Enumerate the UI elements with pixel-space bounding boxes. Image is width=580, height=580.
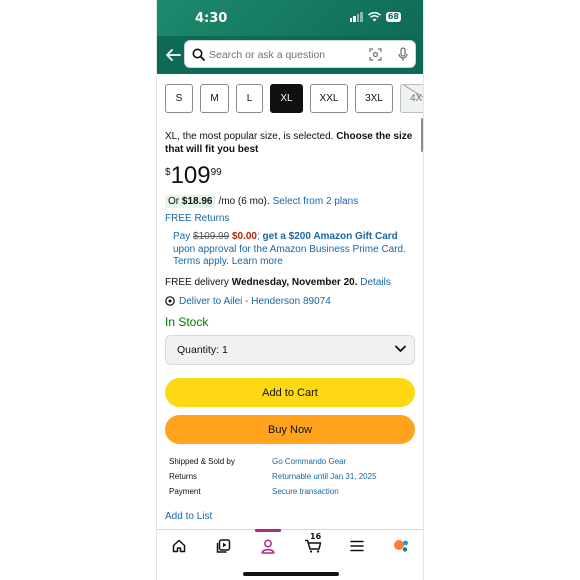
plan-period: /mo (6 mo). (218, 196, 270, 207)
microphone-icon[interactable] (398, 47, 408, 62)
status-bar: 4:30 68 (157, 0, 423, 40)
nav-video[interactable] (211, 536, 235, 556)
nav-menu[interactable] (345, 536, 369, 556)
search-input[interactable] (209, 46, 359, 64)
quantity-label: Quantity: (177, 344, 220, 356)
nav-cart[interactable]: 16 (301, 532, 325, 556)
delivery-info: FREE delivery Wednesday, November 20. De… (165, 277, 391, 288)
payment-link[interactable]: Secure transaction (272, 487, 339, 496)
promo-gift-card: get a $200 Amazon Gift Card (262, 231, 398, 242)
status-icons: 68 (349, 12, 401, 22)
size-option-xxl[interactable]: XXL (310, 84, 348, 113)
deliver-to-link[interactable]: Deliver to Ailei - Henderson 89074 (165, 296, 331, 307)
info-label-payment: Payment (169, 487, 201, 496)
size-option-s[interactable]: S (165, 84, 193, 113)
size-selector: S M L XL XXL 3XL 4XL (165, 84, 423, 113)
quantity-select[interactable]: Quantity: 1 (165, 335, 415, 365)
seller-link[interactable]: Go Commando Gear (272, 457, 346, 466)
size-option-l[interactable]: L (236, 84, 263, 113)
status-time: 4:30 (195, 11, 228, 26)
nav-home[interactable] (167, 536, 191, 556)
wifi-icon (367, 12, 381, 22)
account-icon (261, 539, 275, 554)
price-fraction: 99 (210, 167, 222, 178)
rufus-assistant-icon (393, 540, 408, 552)
add-to-cart-button[interactable]: Add to Cart (165, 378, 415, 407)
delivery-prefix: FREE delivery (165, 277, 232, 288)
battery-icon: 68 (385, 12, 401, 22)
search-header (157, 36, 423, 74)
promo-old-price: $109.99 (193, 231, 230, 242)
returns-link[interactable]: Returnable until Jan 31, 2025 (272, 472, 377, 481)
active-tab-indicator (255, 529, 281, 532)
price-whole: 109 (170, 162, 211, 189)
home-icon (172, 539, 186, 553)
nav-account[interactable] (256, 536, 280, 556)
buy-now-button[interactable]: Buy Now (165, 415, 415, 444)
select-plans-link[interactable]: Select from 2 plans (273, 196, 359, 207)
deliver-to-text: Deliver to Ailei - Henderson 89074 (179, 296, 331, 307)
plan-or: Or (168, 196, 182, 207)
plan-amount: $18.96 (181, 196, 213, 207)
size-option-m[interactable]: M (200, 84, 229, 113)
size-option-xl[interactable]: XL (270, 84, 303, 113)
signal-icon (349, 12, 363, 22)
nav-rufus[interactable] (389, 536, 413, 556)
free-returns-link[interactable]: FREE Returns (165, 213, 229, 224)
delivery-date: Wednesday, November 20. (231, 277, 358, 288)
menu-icon (350, 540, 364, 552)
size-note: XL, the most popular size, is selected. … (165, 131, 417, 156)
size-option-3xl[interactable]: 3XL (355, 84, 393, 113)
cart-icon (305, 539, 322, 553)
search-icon (192, 48, 205, 61)
monthly-plan: Or $18.96 /mo (6 mo). Select from 2 plan… (165, 195, 358, 208)
delivery-details-link[interactable]: Details (360, 277, 391, 288)
home-indicator (243, 572, 339, 576)
size-option-4xl[interactable]: 4XL (400, 84, 423, 113)
info-label-shipped: Shipped & Sold by (169, 457, 235, 466)
plan-badge: Or $18.96 (165, 195, 216, 208)
promo-offer[interactable]: Pay $109.99 $0.00; get a $200 Amazon Gif… (173, 231, 413, 269)
camera-scan-icon[interactable] (369, 48, 382, 61)
promo-rest: upon approval for the Amazon Business Pr… (173, 243, 406, 268)
add-to-list-link[interactable]: Add to List (165, 511, 212, 522)
promo-new-price: $0.00 (231, 231, 257, 242)
size-note-text: XL, the most popular size, is selected. (165, 131, 337, 142)
scroll-indicator (421, 118, 423, 152)
phone-screen: 4:30 68 S M L XL XXL 3XL 4XL XL, the mos… (156, 0, 424, 580)
cart-count-badge: 16 (310, 532, 322, 541)
back-arrow-icon[interactable] (164, 46, 182, 64)
promo-pay: Pay (173, 231, 194, 242)
video-icon (216, 539, 230, 553)
price: $ 109 99 (165, 163, 222, 189)
info-label-returns: Returns (169, 472, 198, 481)
chevron-down-icon (395, 345, 406, 352)
search-box[interactable] (184, 40, 416, 68)
location-pin-icon (165, 296, 175, 306)
stock-status: In Stock (165, 315, 209, 329)
quantity-value: 1 (221, 344, 228, 356)
